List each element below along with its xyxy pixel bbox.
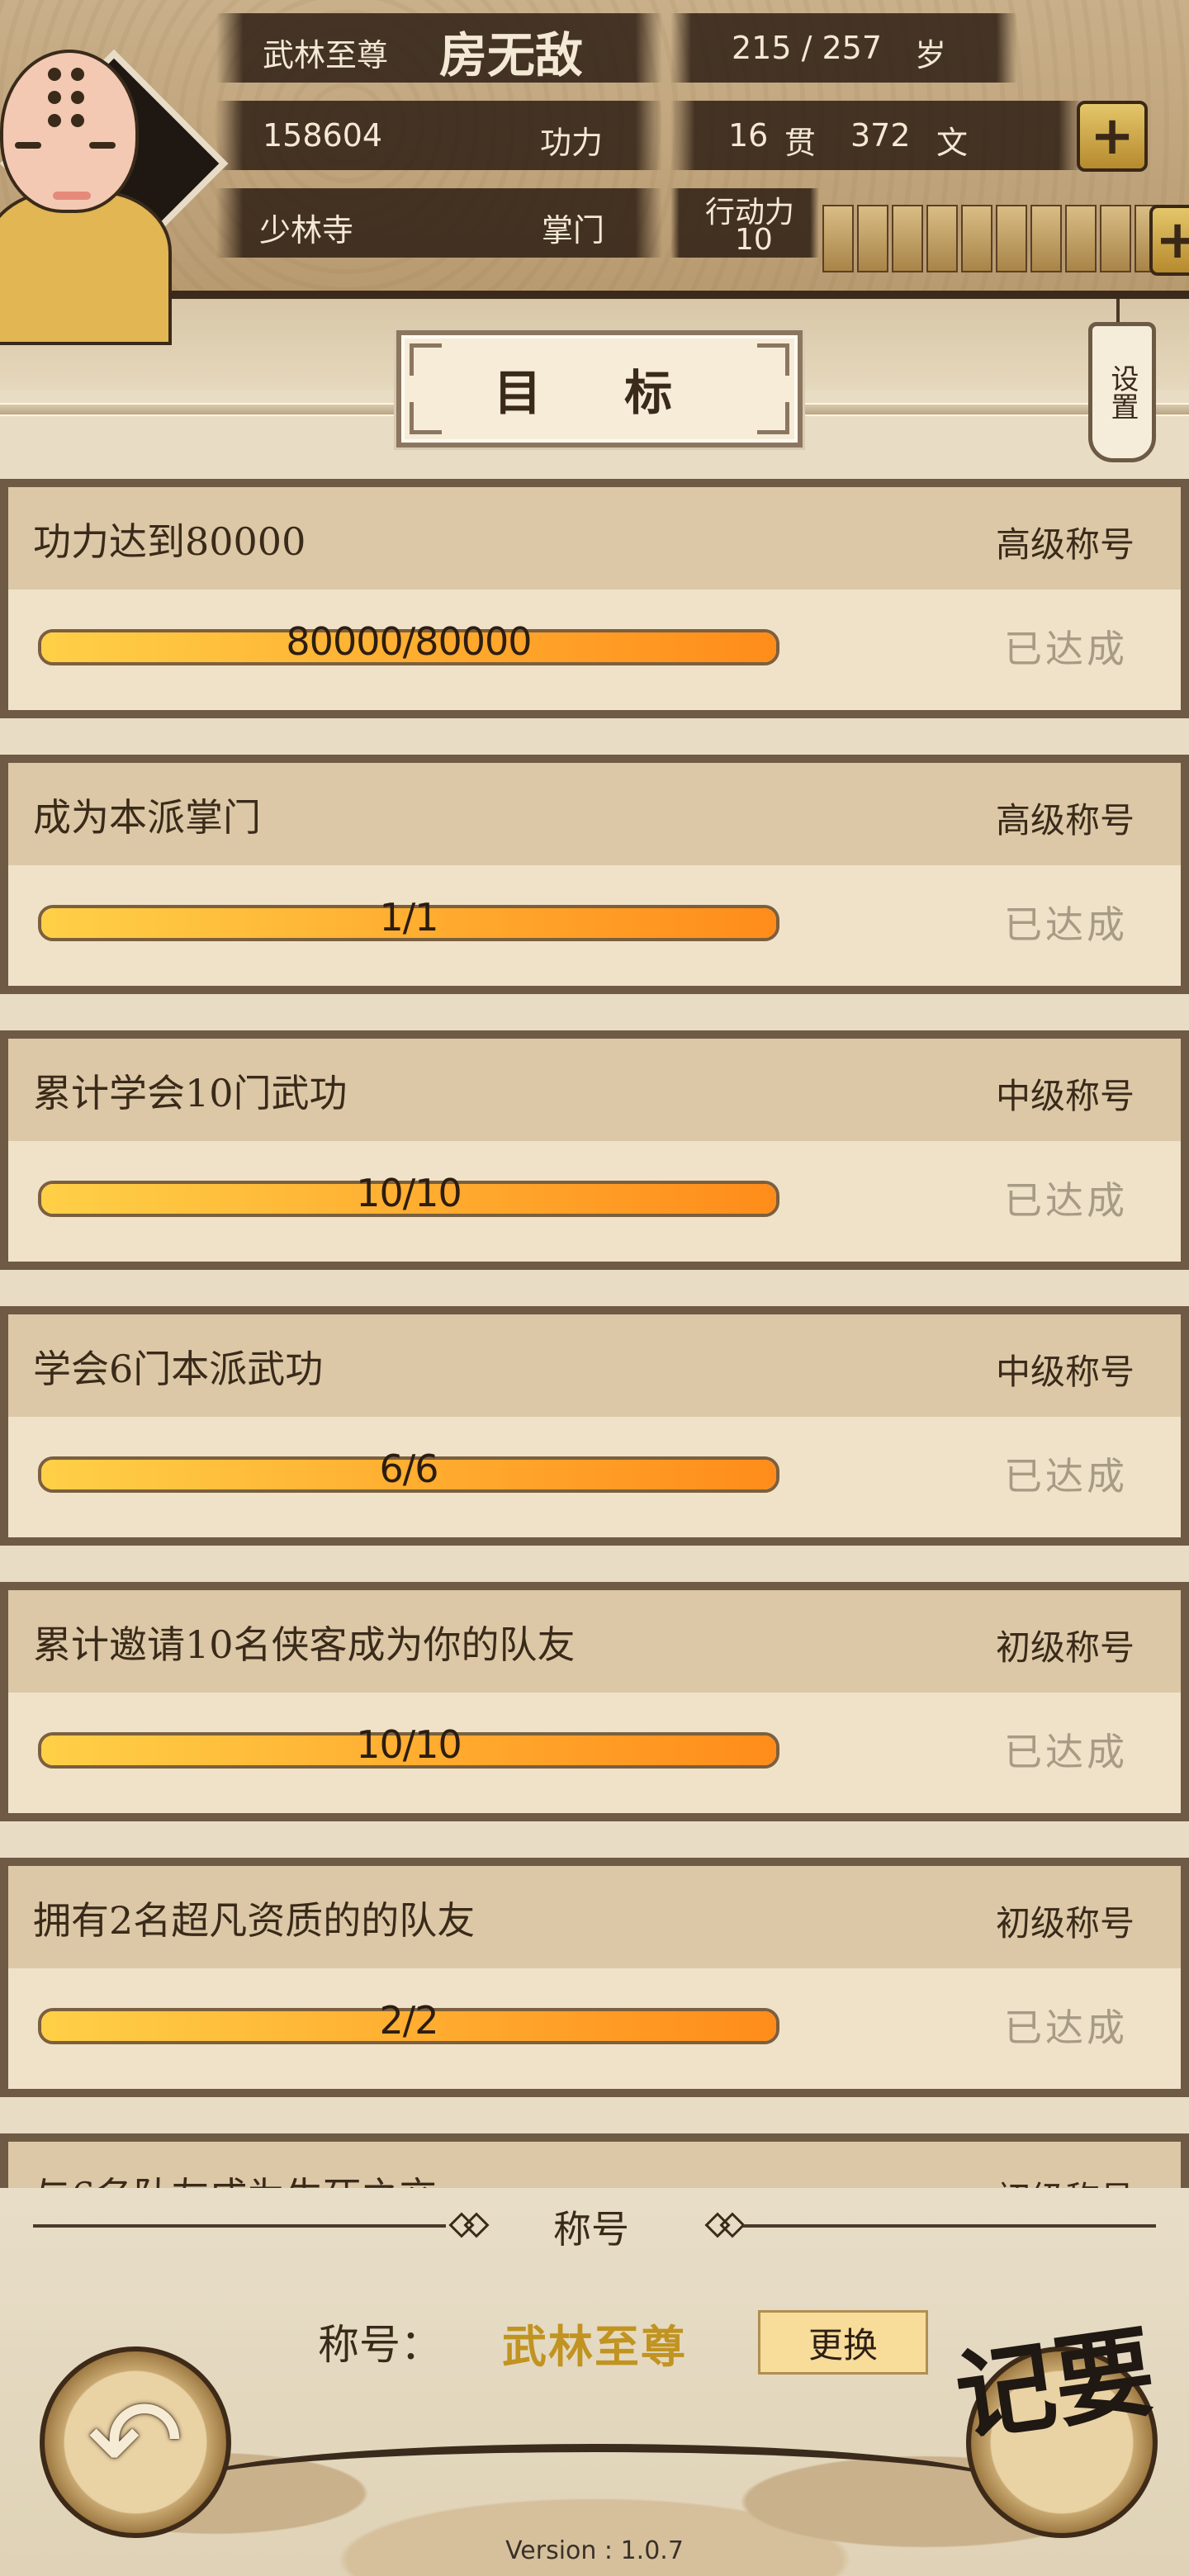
goal-title: 学会6门本派武功 <box>33 1347 324 1391</box>
change-title-button-label: 更换 <box>808 2324 878 2365</box>
arc-decoration <box>182 2444 1007 2526</box>
avatar-robe <box>0 190 172 345</box>
settings-tag-string <box>1116 299 1120 324</box>
title-name-bar: 武林至尊 房无敌 <box>216 13 662 83</box>
goal-card: 成为本派掌门 高级称号 1/1 已达成 <box>0 755 1189 994</box>
goal-reward-rank: 中级称号 <box>995 1076 1135 1116</box>
plaque-corner <box>757 343 789 376</box>
goal-header: 功力达到80000 高级称号 <box>8 487 1181 590</box>
player-name: 房无敌 <box>439 27 584 83</box>
sect-position: 掌门 <box>542 212 605 249</box>
goal-title: 累计学会10门武功 <box>33 1071 348 1115</box>
goal-reward-rank: 高级称号 <box>995 524 1135 565</box>
goal-card: 拥有2名超凡资质的的队友 初级称号 2/2 已达成 <box>0 1858 1189 2097</box>
goal-progress-text: 6/6 <box>379 1447 438 1491</box>
version-text: Version : 1.0.7 <box>505 2536 684 2565</box>
power-bar: 158604 功力 <box>216 101 662 170</box>
goal-progress-text: 80000/80000 <box>286 619 532 664</box>
goal-card: 累计邀请10名侠客成为你的队友 初级称号 10/10 已达成 <box>0 1582 1189 1821</box>
plaque-corner <box>410 343 442 376</box>
goal-header: 成为本派掌门 高级称号 <box>8 763 1181 865</box>
add-action-button[interactable]: + <box>1149 205 1189 276</box>
goal-header: 学会6门本派武功 中级称号 <box>8 1314 1181 1417</box>
settings-button[interactable]: 设置 <box>1088 322 1156 462</box>
goal-header: 累计学会10门武功 中级称号 <box>8 1039 1181 1141</box>
goal-status: 已达成 <box>1004 2005 1128 2050</box>
settings-label: 设置 <box>1106 364 1139 420</box>
age-bar: 215 / 257 岁 <box>670 13 1017 83</box>
action-point-cell <box>892 205 923 272</box>
action-point-cell <box>926 205 958 272</box>
goal-status: 已达成 <box>1004 902 1128 947</box>
action-point-cell <box>857 205 888 272</box>
power-label: 功力 <box>540 125 604 161</box>
action-point-cell <box>1030 205 1062 272</box>
back-button[interactable]: ↶ <box>40 2346 231 2538</box>
goal-card: 累计学会10门武功 中级称号 10/10 已达成 <box>0 1030 1189 1270</box>
goal-title: 拥有2名超凡资质的的队友 <box>33 1898 476 1943</box>
goal-reward-rank: 初级称号 <box>995 1627 1135 1668</box>
avatar-monk-head-icon <box>0 50 139 213</box>
age-unit: 岁 <box>915 37 947 73</box>
goal-reward-rank: 中级称号 <box>995 1352 1135 1392</box>
money-wen-unit: 文 <box>936 125 969 161</box>
separator-diamond <box>463 2212 490 2238</box>
goal-progress-text: 2/2 <box>379 1998 438 2043</box>
money-bar: 16 贯 372 文 <box>670 101 1083 170</box>
plus-icon: + <box>1155 210 1189 271</box>
goal-title: 累计邀请10名侠客成为你的队友 <box>33 1622 576 1667</box>
page-title: 目 标 <box>394 328 805 450</box>
back-arrow-icon: ↶ <box>87 2375 184 2509</box>
action-point-cell <box>822 205 854 272</box>
separator-diamond <box>719 2212 746 2238</box>
goal-progress-text: 10/10 <box>356 1171 462 1215</box>
goal-progress-text: 1/1 <box>379 895 438 940</box>
current-title-value: 武林至尊 <box>502 2320 687 2373</box>
current-title-label: 称号： <box>318 2321 442 2369</box>
goal-status: 已达成 <box>1004 1178 1128 1223</box>
goal-header: 累计邀请10名侠客成为你的队友 初级称号 <box>8 1590 1181 1693</box>
action-point-cell <box>996 205 1027 272</box>
panel-separator <box>743 2224 1156 2228</box>
action-point-cell <box>1065 205 1097 272</box>
action-bar: 行动力 10 <box>670 188 819 258</box>
avatar-head-marks <box>48 68 84 127</box>
money-guan-unit: 贯 <box>784 125 817 161</box>
goal-title: 成为本派掌门 <box>33 795 261 840</box>
goal-progress-text: 10/10 <box>356 1722 462 1767</box>
panel-label: 称号 <box>553 2207 629 2252</box>
add-money-button[interactable]: + <box>1077 101 1148 172</box>
memo-label[interactable]: 记要 <box>933 2313 1189 2574</box>
avatar-mouth <box>53 192 91 200</box>
sect-name: 少林寺 <box>259 212 354 249</box>
money-guan: 16 <box>728 117 769 154</box>
goal-reward-rank: 高级称号 <box>995 800 1135 841</box>
avatar[interactable] <box>0 25 229 355</box>
goal-reward-rank: 初级称号 <box>995 1903 1135 1944</box>
sect-bar: 少林寺 掌门 <box>216 188 662 258</box>
action-point-cell <box>1100 205 1131 272</box>
power-value: 158604 <box>263 117 383 154</box>
action-points-meter <box>822 205 1166 272</box>
avatar-eye <box>89 142 116 149</box>
plaque-corner <box>757 402 789 434</box>
goal-status: 已达成 <box>1004 1454 1128 1499</box>
change-title-button[interactable]: 更换 <box>758 2310 928 2375</box>
title-prefix: 武林至尊 <box>263 37 389 73</box>
money-wen: 372 <box>850 117 911 154</box>
goal-header: 拥有2名超凡资质的的队友 初级称号 <box>8 1866 1181 1968</box>
avatar-eye <box>15 142 41 149</box>
page-title-text: 目 标 <box>493 365 706 421</box>
panel-separator <box>33 2224 446 2228</box>
goal-card: 功力达到80000 高级称号 80000/80000 已达成 <box>0 479 1189 718</box>
plus-icon: + <box>1090 106 1135 167</box>
goal-card: 学会6门本派武功 中级称号 6/6 已达成 <box>0 1306 1189 1546</box>
goal-title: 功力达到80000 <box>33 519 306 564</box>
age-value: 215 / 257 <box>732 30 883 66</box>
action-value: 10 <box>735 223 773 257</box>
goal-status: 已达成 <box>1004 1730 1128 1774</box>
action-point-cell <box>961 205 992 272</box>
goal-status: 已达成 <box>1004 627 1128 671</box>
plaque-corner <box>410 402 442 434</box>
